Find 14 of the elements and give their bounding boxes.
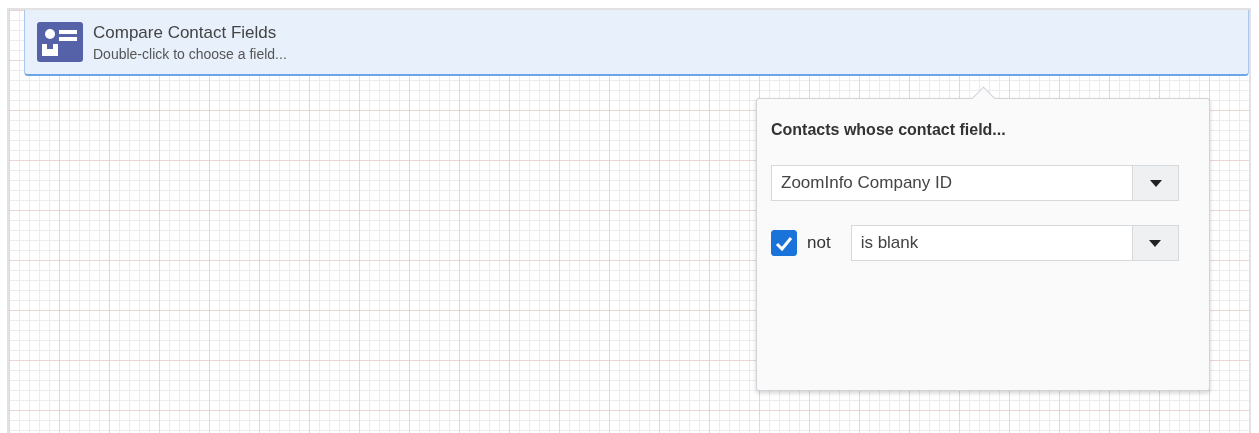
check-icon bbox=[775, 235, 793, 251]
not-label: not bbox=[807, 233, 831, 253]
dropdown-button[interactable] bbox=[1132, 166, 1178, 200]
step-card[interactable]: Compare Contact Fields Double-click to choose a field... bbox=[24, 10, 1249, 76]
popover-heading: Contacts whose contact field... bbox=[771, 121, 1007, 139]
dropdown-button[interactable] bbox=[1131, 226, 1178, 260]
step-title: Compare Contact Fields bbox=[93, 22, 278, 43]
field-select[interactable]: ZoomInfo Company ID bbox=[771, 165, 1179, 201]
operator-select[interactable]: is blank bbox=[850, 225, 1179, 261]
caret-icon bbox=[1149, 239, 1162, 247]
caret-icon bbox=[1149, 179, 1162, 187]
contact-card-icon bbox=[37, 22, 83, 62]
not-checkbox[interactable] bbox=[771, 230, 797, 256]
step-subtitle: Double-click to choose a field... bbox=[93, 45, 287, 62]
